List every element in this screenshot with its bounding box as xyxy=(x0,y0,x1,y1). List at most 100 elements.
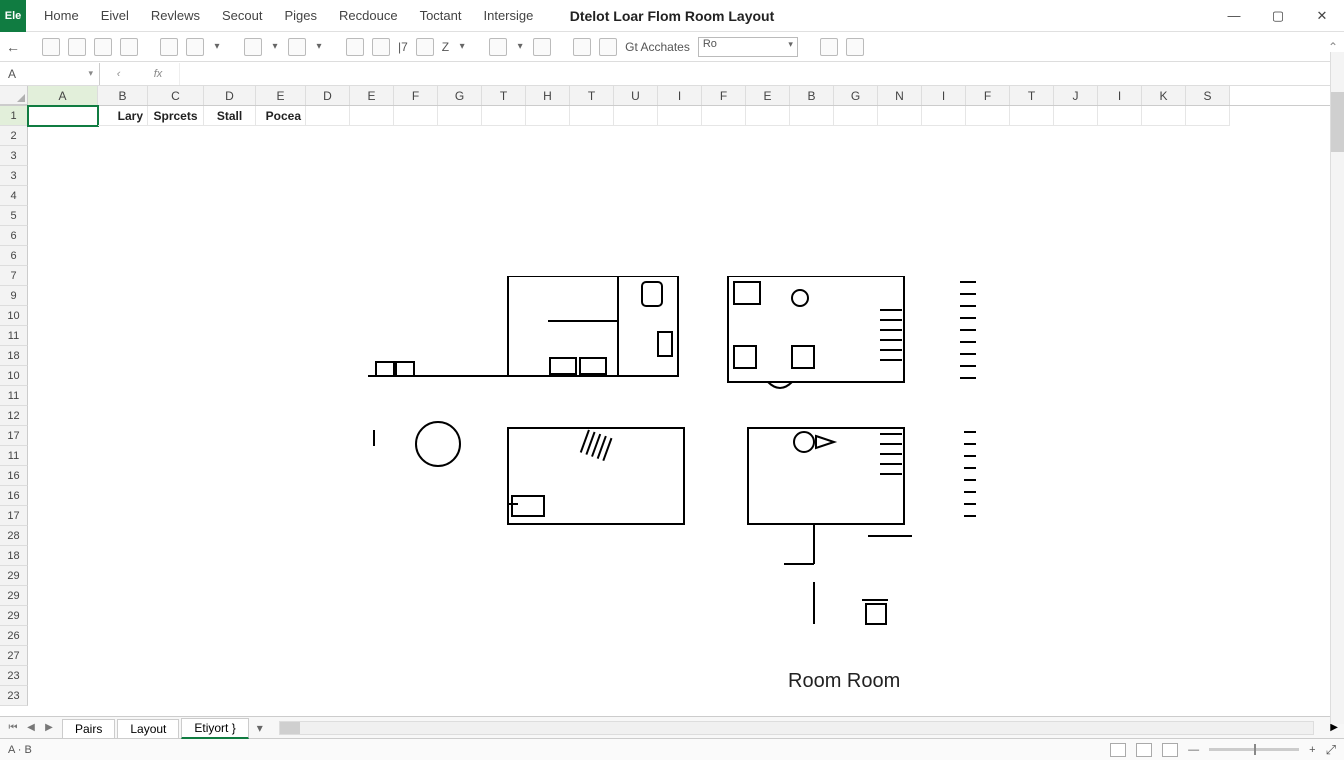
style-select[interactable]: Ro xyxy=(698,37,798,57)
row-header[interactable]: 29 xyxy=(0,566,28,586)
column-header[interactable]: K xyxy=(1142,86,1186,105)
minimize-button[interactable]: — xyxy=(1212,0,1256,32)
row-header[interactable]: 5 xyxy=(0,206,28,226)
row-header[interactable]: 28 xyxy=(0,526,28,546)
row-header[interactable]: 6 xyxy=(0,226,28,246)
menu-eivel[interactable]: Eivel xyxy=(101,8,129,23)
cell[interactable]: Lary xyxy=(98,106,148,126)
column-header[interactable]: T xyxy=(482,86,526,105)
tool-button[interactable] xyxy=(846,38,864,56)
tool-button[interactable] xyxy=(160,38,178,56)
menu-toctant[interactable]: Toctant xyxy=(420,8,462,23)
column-header[interactable]: C xyxy=(148,86,204,105)
cell[interactable] xyxy=(482,106,526,126)
close-button[interactable]: ✕ xyxy=(1300,0,1344,32)
column-header[interactable]: H xyxy=(526,86,570,105)
cell[interactable] xyxy=(570,106,614,126)
sheet-tab[interactable]: Pairs xyxy=(62,719,115,738)
view-break-icon[interactable] xyxy=(1162,743,1178,757)
name-box[interactable]: A xyxy=(0,63,100,85)
cell[interactable] xyxy=(878,106,922,126)
column-header[interactable]: D xyxy=(306,86,350,105)
tool-button[interactable] xyxy=(42,38,60,56)
spreadsheet-grid[interactable]: ABCDEDEFGTHTUIFEBGNIFTJIKS 1233456679101… xyxy=(0,86,1344,716)
column-header[interactable]: A xyxy=(28,86,98,105)
cell[interactable] xyxy=(702,106,746,126)
column-header[interactable]: B xyxy=(790,86,834,105)
dropdown-icon[interactable]: ▾ xyxy=(270,41,280,52)
dropdown-icon[interactable]: ▾ xyxy=(457,41,467,52)
fx-cancel-icon[interactable]: ‹ xyxy=(117,68,121,80)
cell[interactable] xyxy=(614,106,658,126)
row-header[interactable]: 3 xyxy=(0,146,28,166)
cell[interactable] xyxy=(28,106,98,126)
column-header[interactable]: F xyxy=(702,86,746,105)
column-header[interactable]: J xyxy=(1054,86,1098,105)
view-normal-icon[interactable] xyxy=(1110,743,1126,757)
cell[interactable] xyxy=(306,106,350,126)
tool-button[interactable] xyxy=(573,38,591,56)
tool-button[interactable] xyxy=(68,38,86,56)
column-header[interactable]: N xyxy=(878,86,922,105)
cell[interactable] xyxy=(922,106,966,126)
sheet-tab-active[interactable]: Etiyort } xyxy=(181,718,248,739)
cell[interactable] xyxy=(790,106,834,126)
column-header[interactable]: E xyxy=(256,86,306,105)
column-header[interactable]: D xyxy=(204,86,256,105)
row-header[interactable]: 2 xyxy=(0,126,28,146)
tool-button[interactable] xyxy=(186,38,204,56)
select-all-corner[interactable] xyxy=(0,86,28,105)
row-header[interactable]: 12 xyxy=(0,406,28,426)
cell[interactable] xyxy=(1010,106,1054,126)
column-header[interactable]: E xyxy=(350,86,394,105)
cell[interactable] xyxy=(1098,106,1142,126)
tool-button[interactable] xyxy=(120,38,138,56)
sheet-tab[interactable]: Layout xyxy=(117,719,179,738)
tool-button[interactable] xyxy=(416,38,434,56)
cell[interactable] xyxy=(834,106,878,126)
cell[interactable] xyxy=(1186,106,1230,126)
row-header[interactable]: 23 xyxy=(0,686,28,706)
tool-button[interactable] xyxy=(94,38,112,56)
dropdown-icon[interactable]: ▾ xyxy=(515,41,525,52)
tab-nav-first-icon[interactable]: ⏮ xyxy=(6,722,20,733)
menu-recdouce[interactable]: Recdouce xyxy=(339,8,398,23)
column-header[interactable]: F xyxy=(966,86,1010,105)
back-icon[interactable]: ← xyxy=(6,39,20,55)
row-header[interactable]: 17 xyxy=(0,426,28,446)
column-header[interactable]: T xyxy=(570,86,614,105)
row-header[interactable]: 27 xyxy=(0,646,28,666)
row-header[interactable]: 3 xyxy=(0,166,28,186)
tab-nav-prev-icon[interactable]: ◀ xyxy=(24,722,38,733)
cell[interactable] xyxy=(746,106,790,126)
zoom-slider[interactable] xyxy=(1209,748,1299,751)
row-header[interactable]: 16 xyxy=(0,466,28,486)
column-header[interactable]: I xyxy=(658,86,702,105)
row-header[interactable]: 10 xyxy=(0,366,28,386)
menu-reviews[interactable]: Revlews xyxy=(151,8,200,23)
view-page-icon[interactable] xyxy=(1136,743,1152,757)
row-header[interactable]: 29 xyxy=(0,606,28,626)
column-header[interactable]: S xyxy=(1186,86,1230,105)
column-header[interactable]: F xyxy=(394,86,438,105)
tool-button[interactable] xyxy=(288,38,306,56)
dropdown-icon[interactable]: ▾ xyxy=(314,41,324,52)
cell[interactable] xyxy=(526,106,570,126)
cell[interactable]: Stall xyxy=(204,106,256,126)
row-header[interactable]: 10 xyxy=(0,306,28,326)
column-header[interactable]: T xyxy=(1010,86,1054,105)
cell[interactable] xyxy=(438,106,482,126)
tab-nav-next-icon[interactable]: ▶ xyxy=(42,722,56,733)
tool-button[interactable] xyxy=(599,38,617,56)
row-header[interactable]: 11 xyxy=(0,386,28,406)
column-header[interactable]: G xyxy=(438,86,482,105)
cell[interactable] xyxy=(1142,106,1186,126)
row-header[interactable]: 9 xyxy=(0,286,28,306)
tool-button[interactable] xyxy=(346,38,364,56)
tool-button[interactable] xyxy=(533,38,551,56)
vertical-scrollbar[interactable] xyxy=(1330,52,1344,724)
column-header[interactable]: E xyxy=(746,86,790,105)
add-sheet-icon[interactable]: ▾ xyxy=(251,721,269,735)
zoom-out-icon[interactable]: — xyxy=(1188,744,1199,756)
maximize-button[interactable]: ▢ xyxy=(1256,0,1300,32)
